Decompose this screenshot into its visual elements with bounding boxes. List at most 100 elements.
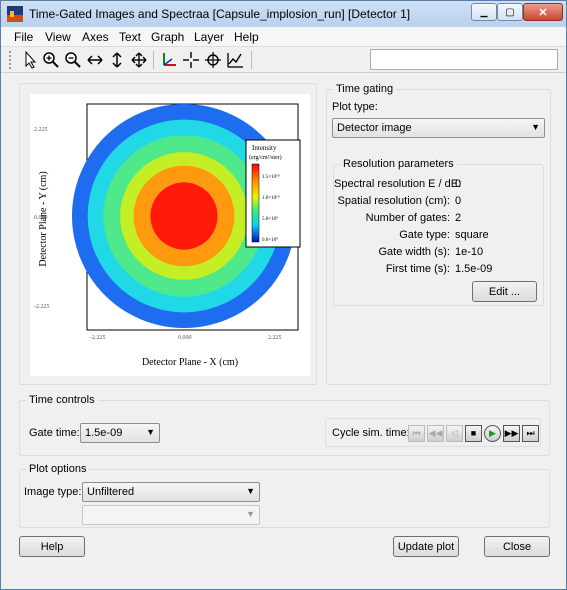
secondary-option-select[interactable]: ▼ (82, 505, 260, 525)
menu-view[interactable]: View (45, 30, 71, 44)
skip-to-end-button[interactable]: ⏭ (522, 425, 539, 442)
y-tick-label: -2.225 (34, 304, 50, 310)
spatial-resolution-label: Spatial resolution (cm): (337, 195, 451, 207)
menu-layer[interactable]: Layer (194, 30, 224, 44)
legend-tick: 1.0×10¹⁰ (262, 195, 280, 201)
zoom-out-icon[interactable] (63, 50, 83, 70)
window-title: Time-Gated Images and Spectraa [Capsule_… (29, 7, 411, 21)
menu-help[interactable]: Help (234, 30, 259, 44)
gate-time-label: Gate time: (29, 427, 80, 439)
toolbar-grip[interactable] (9, 51, 12, 69)
close-icon: ✕ (538, 6, 548, 19)
menu-text[interactable]: Text (119, 30, 141, 44)
cycle-time-group: Cycle sim. time: ⏮ ◀◀ ◁ ■ ▶ ▶▶ ⏭ (325, 418, 541, 447)
image-type-label: Image type: (24, 486, 82, 498)
number-of-gates-value: 2 (455, 212, 462, 224)
plot-type-select[interactable]: Detector image ▼ (332, 118, 545, 138)
gate-time-select[interactable]: 1.5e-09 ▼ (80, 423, 160, 443)
pointer-icon[interactable] (21, 50, 41, 70)
stop-button[interactable]: ■ (465, 425, 482, 442)
first-time-label: First time (s): (385, 263, 450, 275)
chevron-down-icon: ▼ (531, 122, 540, 132)
time-controls-title: Time controls (26, 394, 98, 406)
skip-to-start-button[interactable]: ⏮ (408, 425, 425, 442)
legend-tick: 1.5×10¹⁰ (262, 174, 280, 180)
rewind-button[interactable]: ◀◀ (427, 425, 444, 442)
gate-type-value: square (455, 229, 489, 241)
update-plot-button[interactable]: Update plot (393, 536, 459, 557)
legend-tick: 0.0×10⁰ (262, 237, 278, 243)
play-button[interactable]: ▶ (484, 425, 501, 442)
cycle-time-label: Cycle sim. time: (332, 427, 410, 439)
app-icon (7, 6, 23, 22)
toolbar-search-input[interactable] (370, 49, 558, 70)
x-axis-label: Detector Plane - X (cm) (142, 357, 238, 368)
time-controls-group: Time controls Gate time: 1.5e-09 ▼ Cycle… (19, 394, 550, 456)
gate-time-value: 1.5e-09 (85, 427, 123, 439)
data-reader-icon[interactable] (203, 50, 223, 70)
maximize-icon: ▢ (505, 6, 515, 18)
intensity-ring (150, 182, 218, 250)
toolbar (1, 47, 566, 73)
spectral-resolution-label: Spectral resolution E / dE: (334, 178, 462, 190)
legend: Intensity (erg/cm²/ster) 1.5×10¹⁰ 1.0×10… (245, 139, 301, 248)
maximize-button[interactable]: ▢ (497, 3, 523, 21)
resolution-group: Resolution parameters Spectral resolutio… (333, 158, 544, 306)
legend-units: (erg/cm²/ster) (249, 154, 282, 161)
toolbar-separator (251, 51, 252, 69)
plot-options-title: Plot options (26, 463, 90, 475)
axes-icon[interactable] (159, 50, 179, 70)
main-window: Time-Gated Images and Spectraa [Capsule_… (0, 0, 567, 590)
plot-type-label: Plot type: (332, 101, 378, 113)
first-time-value: 1.5e-09 (455, 263, 493, 275)
crosshair-icon[interactable] (181, 50, 201, 70)
plot-type-value: Detector image (337, 122, 412, 134)
menu-graph[interactable]: Graph (151, 30, 184, 44)
fast-forward-button[interactable]: ▶▶ (503, 425, 520, 442)
image-type-value: Unfiltered (87, 486, 135, 498)
gate-type-label: Gate type: (399, 229, 450, 241)
pan-both-icon[interactable] (129, 50, 149, 70)
plot-icon[interactable] (225, 50, 245, 70)
resolution-title: Resolution parameters (340, 158, 457, 170)
x-tick-label: 2.225 (268, 335, 282, 341)
edit-button[interactable]: Edit ... (472, 281, 537, 302)
chevron-down-icon: ▼ (246, 509, 255, 519)
spatial-resolution-value: 0 (455, 195, 462, 207)
help-button[interactable]: Help (19, 536, 85, 557)
pan-horizontal-icon[interactable] (85, 50, 105, 70)
spectral-resolution-value: 0 (455, 178, 462, 190)
plot-options-group: Plot options Image type: Unfiltered ▼ ▼ (19, 463, 550, 528)
chevron-down-icon: ▼ (246, 486, 255, 496)
pan-vertical-icon[interactable] (107, 50, 127, 70)
chevron-down-icon: ▼ (146, 427, 155, 437)
legend-tick: 5.0×10⁹ (262, 216, 278, 222)
gate-width-value: 1e-10 (455, 246, 484, 258)
time-gating-title: Time gating (333, 83, 397, 95)
y-tick-label: 2.225 (34, 127, 48, 133)
toolbar-separator (153, 51, 154, 69)
title-bar: Time-Gated Images and Spectraa [Capsule_… (1, 1, 566, 27)
detector-image-plot[interactable]: 2.225 0.000 -2.225 -2.225 0.000 2.225 De… (30, 94, 310, 376)
y-axis-label: Detector Plane - Y (cm) (38, 171, 49, 266)
plot-area[interactable]: 2.225 0.000 -2.225 -2.225 0.000 2.225 De… (30, 94, 310, 376)
close-window-button[interactable]: ✕ (523, 3, 563, 21)
menu-bar: File View Axes Text Graph Layer Help (1, 27, 566, 47)
legend-title: Intensity (252, 144, 277, 152)
x-tick-label: -2.225 (90, 335, 106, 341)
zoom-in-icon[interactable] (41, 50, 61, 70)
x-tick-label: 0.000 (178, 335, 192, 341)
menu-file[interactable]: File (14, 30, 33, 44)
legend-colorbar (251, 163, 260, 243)
close-button[interactable]: Close (484, 536, 550, 557)
plot-panel: 2.225 0.000 -2.225 -2.225 0.000 2.225 De… (19, 83, 317, 385)
cycle-controls: ⏮ ◀◀ ◁ ■ ▶ ▶▶ ⏭ (408, 425, 539, 443)
image-type-select[interactable]: Unfiltered ▼ (82, 482, 260, 502)
menu-axes[interactable]: Axes (82, 30, 109, 44)
number-of-gates-label: Number of gates: (365, 212, 450, 224)
minimize-button[interactable]: ▁ (471, 3, 497, 21)
play-backward-button[interactable]: ◁ (446, 425, 463, 442)
gate-width-label: Gate width (s): (378, 246, 450, 258)
minimize-icon: ▁ (480, 6, 488, 17)
time-gating-group: Time gating Plot type: Detector image ▼ … (326, 83, 551, 385)
